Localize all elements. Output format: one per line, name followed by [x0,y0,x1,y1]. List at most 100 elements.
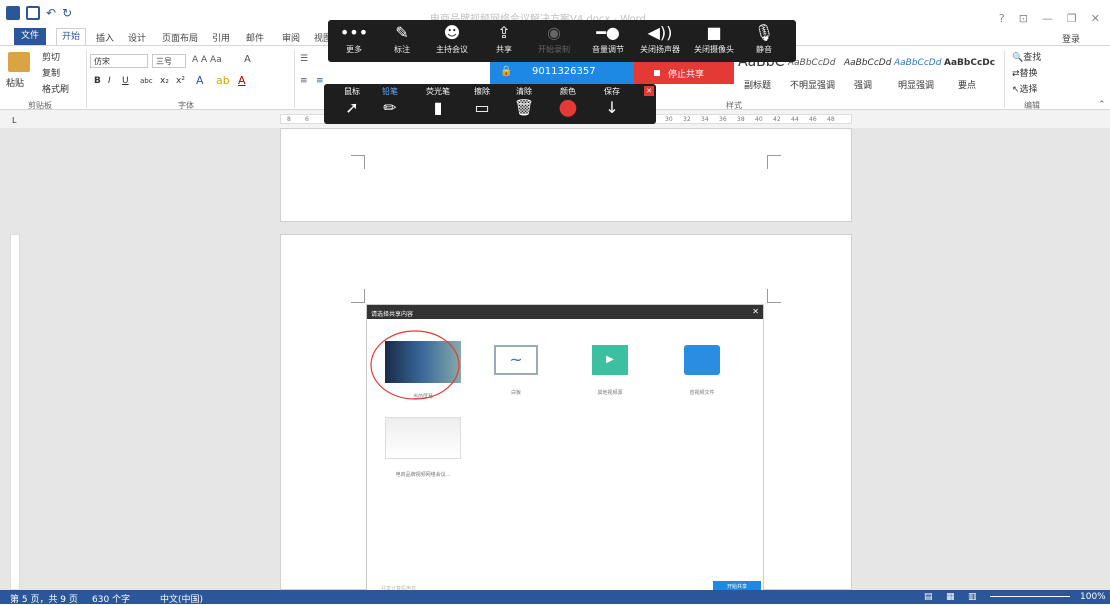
save-down-icon: ↓ [605,98,619,117]
annotation-tool-color[interactable]: 颜色 ● [550,86,586,119]
volume-slider: ━● [596,23,620,42]
zoom-level[interactable]: 100% [1080,592,1106,602]
trash-icon: 🗑 [513,98,535,117]
eraser-icon: ▭ [474,98,490,117]
align-center-icon[interactable]: ≡ [316,76,324,86]
font-name-select[interactable]: 仿宋 [90,54,148,68]
tab-insert[interactable]: 插入 [96,31,114,44]
tab-layout[interactable]: 页面布局 [162,31,198,44]
meeting-toolbar-item[interactable]: ◀)) 关闭扬声器 [630,22,690,55]
print-layout-icon[interactable]: ▦ [946,592,955,602]
italic-button[interactable]: I [108,76,111,86]
meeting-toolbar-label: 关闭扬声器 [640,45,680,54]
find-label: 查找 [1023,53,1042,63]
meeting-id: 9011326357 [532,66,596,77]
annotation-tool-eraser[interactable]: 擦除 ▭ [464,86,500,119]
page-count[interactable]: 第 5 页，共 9 页 [10,592,78,605]
superscript-button[interactable]: x² [176,76,185,86]
restore-button[interactable]: ❐ [1067,12,1077,25]
format-painter-button[interactable]: 格式刷 [42,82,69,95]
folder-icon [684,345,720,375]
bold-button[interactable]: B [94,76,101,86]
word-count[interactable]: 630 个字 [92,592,130,605]
minimize-button[interactable]: — [1042,12,1053,25]
paste-icon[interactable] [8,52,30,72]
grow-font-icon[interactable]: A A Aa [192,55,222,65]
word-icon [6,6,20,20]
subscript-button[interactable]: x₂ [160,76,169,86]
stop-icon [654,70,660,76]
highlight-icon[interactable]: ab [216,74,230,87]
meeting-toolbar-item[interactable]: 🎙 静音 [734,22,794,55]
annotation-tool-save-down[interactable]: 保存 ↓ [594,86,630,119]
text-effects-icon[interactable]: A [196,74,204,87]
font-size-select[interactable]: 三号 [152,54,186,68]
tab-selector-icon[interactable]: L [12,116,16,125]
align-left-icon[interactable]: ≡ [300,76,308,86]
style-intense-emphasis-preview[interactable]: AaBbCcDd [894,58,941,68]
annotation-tool-trash[interactable]: 清除 🗑 [506,86,542,119]
help-icon[interactable]: ? [999,12,1005,25]
select-label: 选择 [1019,85,1038,95]
margin-corner [767,289,781,303]
tab-review[interactable]: 审阅 [282,31,300,44]
tab-file[interactable]: 文件 [14,28,46,45]
tab-mailings[interactable]: 邮件 [246,31,264,44]
option-label: 音视频文件 [689,390,715,396]
ruler-mark: 46 [809,116,817,123]
meeting-toolbar-label: 开始录制 [538,45,570,54]
color-icon: ● [558,95,578,120]
undo-icon[interactable]: ↶ [46,6,56,20]
font-color-icon[interactable]: A [238,74,246,87]
annotation-tool-label: 清除 [516,87,532,96]
web-layout-icon[interactable]: ▥ [968,592,977,602]
bullets-icon[interactable]: ☰ [300,54,308,64]
meeting-toolbar-item[interactable]: ◉ 开始录制 [524,22,584,55]
close-button[interactable]: ✕ [1091,12,1100,25]
share-option-word-window: 电商品牌视频网络会议... [381,417,465,478]
ruler-mark: 8 [287,116,291,123]
language-indicator[interactable]: 中文(中国) [160,592,203,605]
clear-format-icon[interactable]: A [244,54,251,65]
cut-button[interactable]: 剪切 [42,50,60,63]
strikethrough-button[interactable]: abc [140,77,153,85]
option-label: 电商品牌视频网络会议... [395,472,451,478]
find-button[interactable]: 🔍查找 [1012,50,1041,63]
select-button[interactable]: ↖选择 [1012,82,1038,95]
underline-button[interactable]: U [122,76,129,86]
read-mode-icon[interactable]: ▤ [924,592,933,602]
paste-button[interactable]: 粘贴 [6,76,24,89]
vertical-ruler[interactable] [10,234,20,590]
style-strong-preview[interactable]: AaBbCcDc [944,58,995,68]
copy-button[interactable]: 复制 [42,66,60,79]
meeting-toolbar-item[interactable]: ━● 音量调节 [578,22,638,55]
ruler-mark: 30 [665,116,673,123]
meeting-toolbar-label: 音量调节 [592,45,624,54]
document-page[interactable] [280,128,852,222]
style-emphasis-preview[interactable]: AaBbCcDd [844,58,891,68]
ruler-mark: 42 [773,116,781,123]
window-controls: ? ⊡ — ❐ ✕ [999,12,1100,25]
share-option-video-source: ▶ 其他视频源 [575,345,645,396]
login-link[interactable]: 登录 [1062,32,1080,45]
meeting-toolbar-item[interactable]: ☻ 主持会议 [422,22,482,55]
video-icon: ▶ [592,345,628,375]
style-name-emphasis: 强调 [854,81,873,91]
annotation-close-button[interactable]: ✕ [644,86,654,96]
annotation-tool-label: 铅笔 [382,87,398,96]
annotation-tool-cursor[interactable]: 鼠标 ➚ [334,86,370,119]
tab-home[interactable]: 开始 [56,28,86,45]
save-icon[interactable] [26,6,40,20]
tab-design[interactable]: 设计 [128,31,146,44]
ribbon-display-icon[interactable]: ⊡ [1019,12,1028,25]
annotation-tool-pencil[interactable]: 铅笔 ✏ [372,86,408,119]
annotation-tool-highlighter[interactable]: 荧光笔 ▮ [420,86,456,119]
replace-label: 替换 [1019,69,1038,79]
redo-icon[interactable]: ↻ [62,6,72,20]
meeting-toolbar-label: 主持会议 [436,45,468,54]
replace-button[interactable]: ⇄替换 [1012,66,1038,79]
stop-share-button[interactable]: 停止共享 [634,62,734,84]
zoom-slider[interactable] [990,596,1070,597]
collapse-ribbon-icon[interactable]: ⌃ [1098,100,1106,110]
tab-references[interactable]: 引用 [212,31,230,44]
